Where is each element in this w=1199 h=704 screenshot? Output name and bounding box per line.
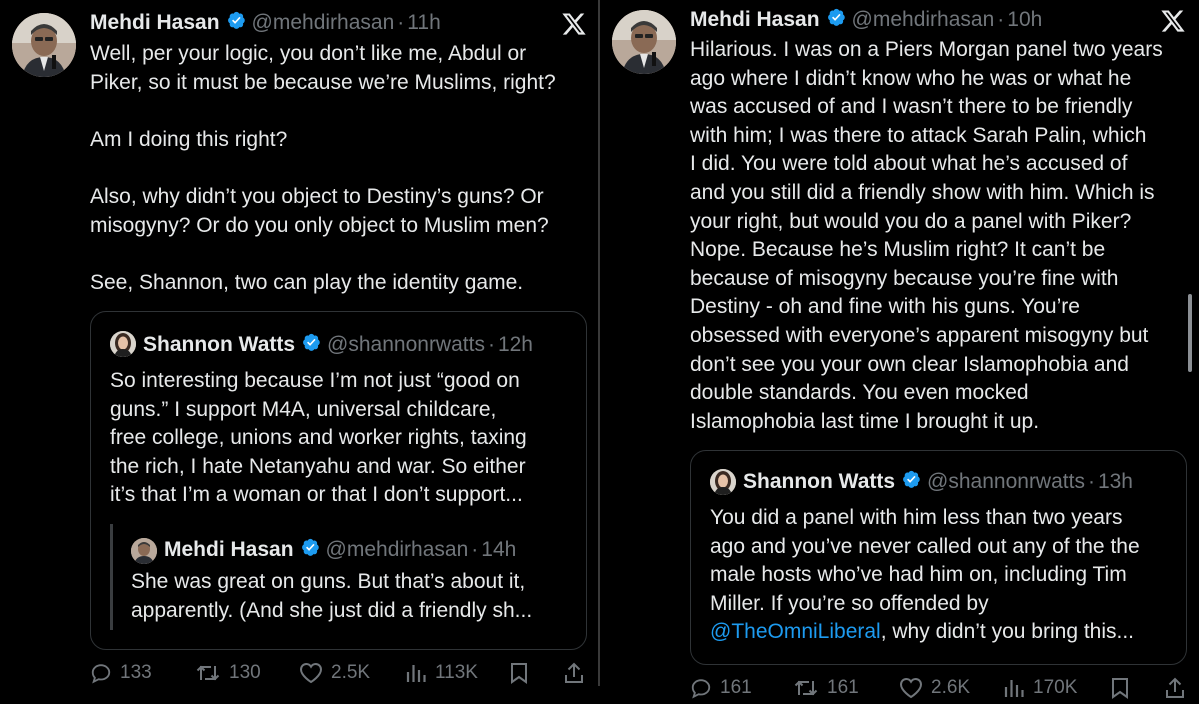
bookmark-button[interactable] <box>509 662 537 684</box>
avatar <box>710 469 736 495</box>
left-tweet-panel: Mehdi Hasan @mehdirhasan · 11h Well, per… <box>0 0 598 704</box>
separator-dot: · <box>997 8 1005 31</box>
verified-badge-icon <box>901 469 921 495</box>
author-handle[interactable]: @mehdirhasan <box>252 11 395 35</box>
author-name[interactable]: Mehdi Hasan <box>90 11 220 35</box>
verified-badge-icon <box>301 332 321 358</box>
bookmark-icon <box>1112 678 1128 699</box>
like-button[interactable]: 2.5K <box>299 662 370 684</box>
avatar[interactable] <box>612 10 676 74</box>
like-count: 2.6K <box>931 677 971 698</box>
repost-count: 130 <box>229 662 261 683</box>
reply-count: 161 <box>720 677 752 698</box>
reply-button[interactable]: 161 <box>690 677 752 699</box>
author-name: Shannon Watts <box>743 470 896 493</box>
bookmark-button[interactable] <box>1110 677 1138 699</box>
views-icon <box>1004 680 1024 697</box>
quoted-tweet-card[interactable]: Shannon Watts @shannonrwatts · 13h You d… <box>690 450 1187 665</box>
author-name: Mehdi Hasan <box>164 538 294 561</box>
avatar[interactable] <box>12 13 76 77</box>
tweet-header: Mehdi Hasan @mehdirhasan · 10h <box>690 6 1042 34</box>
share-icon <box>1166 677 1184 698</box>
avatar-mehdi-icon <box>12 13 76 77</box>
reply-button[interactable]: 133 <box>90 662 152 684</box>
thread-line <box>110 524 113 630</box>
share-button[interactable] <box>1164 676 1194 700</box>
avatar-mehdi-icon <box>131 538 157 564</box>
reply-icon <box>691 679 711 699</box>
timestamp[interactable]: 11h <box>407 11 440 35</box>
bookmark-icon <box>511 663 527 684</box>
repost-icon <box>196 665 220 681</box>
verified-badge-icon <box>826 7 846 33</box>
nested-tweet-header: Mehdi Hasan @mehdirhasan · 14h <box>164 536 516 564</box>
verified-badge-icon <box>300 537 320 563</box>
x-logo-icon <box>561 11 587 37</box>
separator-dot: · <box>1087 470 1095 493</box>
views-button[interactable]: 170K <box>1003 677 1077 699</box>
quoted-tweet-text-main: You did a panel with him less than two y… <box>710 506 1140 615</box>
reply-icon <box>91 664 111 684</box>
author-handle: @shannonrwatts <box>927 470 1085 493</box>
repost-icon <box>794 680 818 696</box>
repost-count: 161 <box>827 677 859 698</box>
avatar <box>110 331 136 357</box>
timestamp: 12h <box>497 333 533 356</box>
tweet-header: Mehdi Hasan @mehdirhasan · 11h <box>90 9 441 37</box>
share-icon <box>565 662 583 683</box>
view-count: 170K <box>1033 677 1078 698</box>
author-handle: @mehdirhasan <box>325 538 469 561</box>
view-count: 113K <box>435 662 478 683</box>
avatar-mehdi-icon <box>612 10 676 74</box>
verified-badge-icon <box>226 10 246 36</box>
repost-button[interactable]: 161 <box>793 677 859 699</box>
avatar <box>131 538 157 564</box>
quoted-tweet-header: Shannon Watts @shannonrwatts · 12h <box>143 331 533 359</box>
mention-link[interactable]: @TheOmniLiberal <box>710 620 881 643</box>
timestamp: 14h <box>481 538 517 561</box>
timestamp[interactable]: 10h <box>1007 8 1042 32</box>
separator-dot: · <box>471 538 479 561</box>
x-logo-icon <box>1160 8 1186 34</box>
avatar-shannon-icon <box>110 331 136 357</box>
quoted-tweet-text: You did a panel with him less than two y… <box>710 504 1180 647</box>
author-handle[interactable]: @mehdirhasan <box>852 8 995 32</box>
quoted-tweet-text-tail: , why didn’t you bring this... <box>880 620 1135 644</box>
scrollbar[interactable] <box>1188 294 1192 372</box>
views-icon <box>406 665 426 682</box>
author-name: Shannon Watts <box>143 333 296 356</box>
tweet-text: Well, per your logic, you don’t like me,… <box>90 42 556 294</box>
nested-tweet-text: She was great on guns. But that’s about … <box>131 570 533 622</box>
author-handle: @shannonrwatts <box>327 333 485 356</box>
share-button[interactable] <box>563 661 593 685</box>
views-button[interactable]: 113K <box>405 662 478 684</box>
avatar-shannon-icon <box>710 469 736 495</box>
timestamp: 13h <box>1097 470 1133 493</box>
like-icon <box>299 662 323 684</box>
right-tweet-panel: Mehdi Hasan @mehdirhasan · 10h Hilarious… <box>600 0 1199 704</box>
repost-button[interactable]: 130 <box>195 662 261 684</box>
separator-dot: · <box>487 333 495 356</box>
tweet-text: Hilarious. I was on a Piers Morgan panel… <box>690 38 1163 433</box>
quoted-tweet-card[interactable]: Shannon Watts @shannonrwatts · 12h So in… <box>90 311 587 650</box>
like-button[interactable]: 2.6K <box>899 677 970 699</box>
reply-count: 133 <box>120 662 152 683</box>
like-count: 2.5K <box>331 662 371 683</box>
quoted-tweet-text: So interesting because I’m not just “goo… <box>110 369 527 507</box>
author-name[interactable]: Mehdi Hasan <box>690 8 820 32</box>
separator-dot: · <box>397 11 405 34</box>
quoted-tweet-header: Shannon Watts @shannonrwatts · 13h <box>743 468 1133 496</box>
like-icon <box>899 677 923 699</box>
